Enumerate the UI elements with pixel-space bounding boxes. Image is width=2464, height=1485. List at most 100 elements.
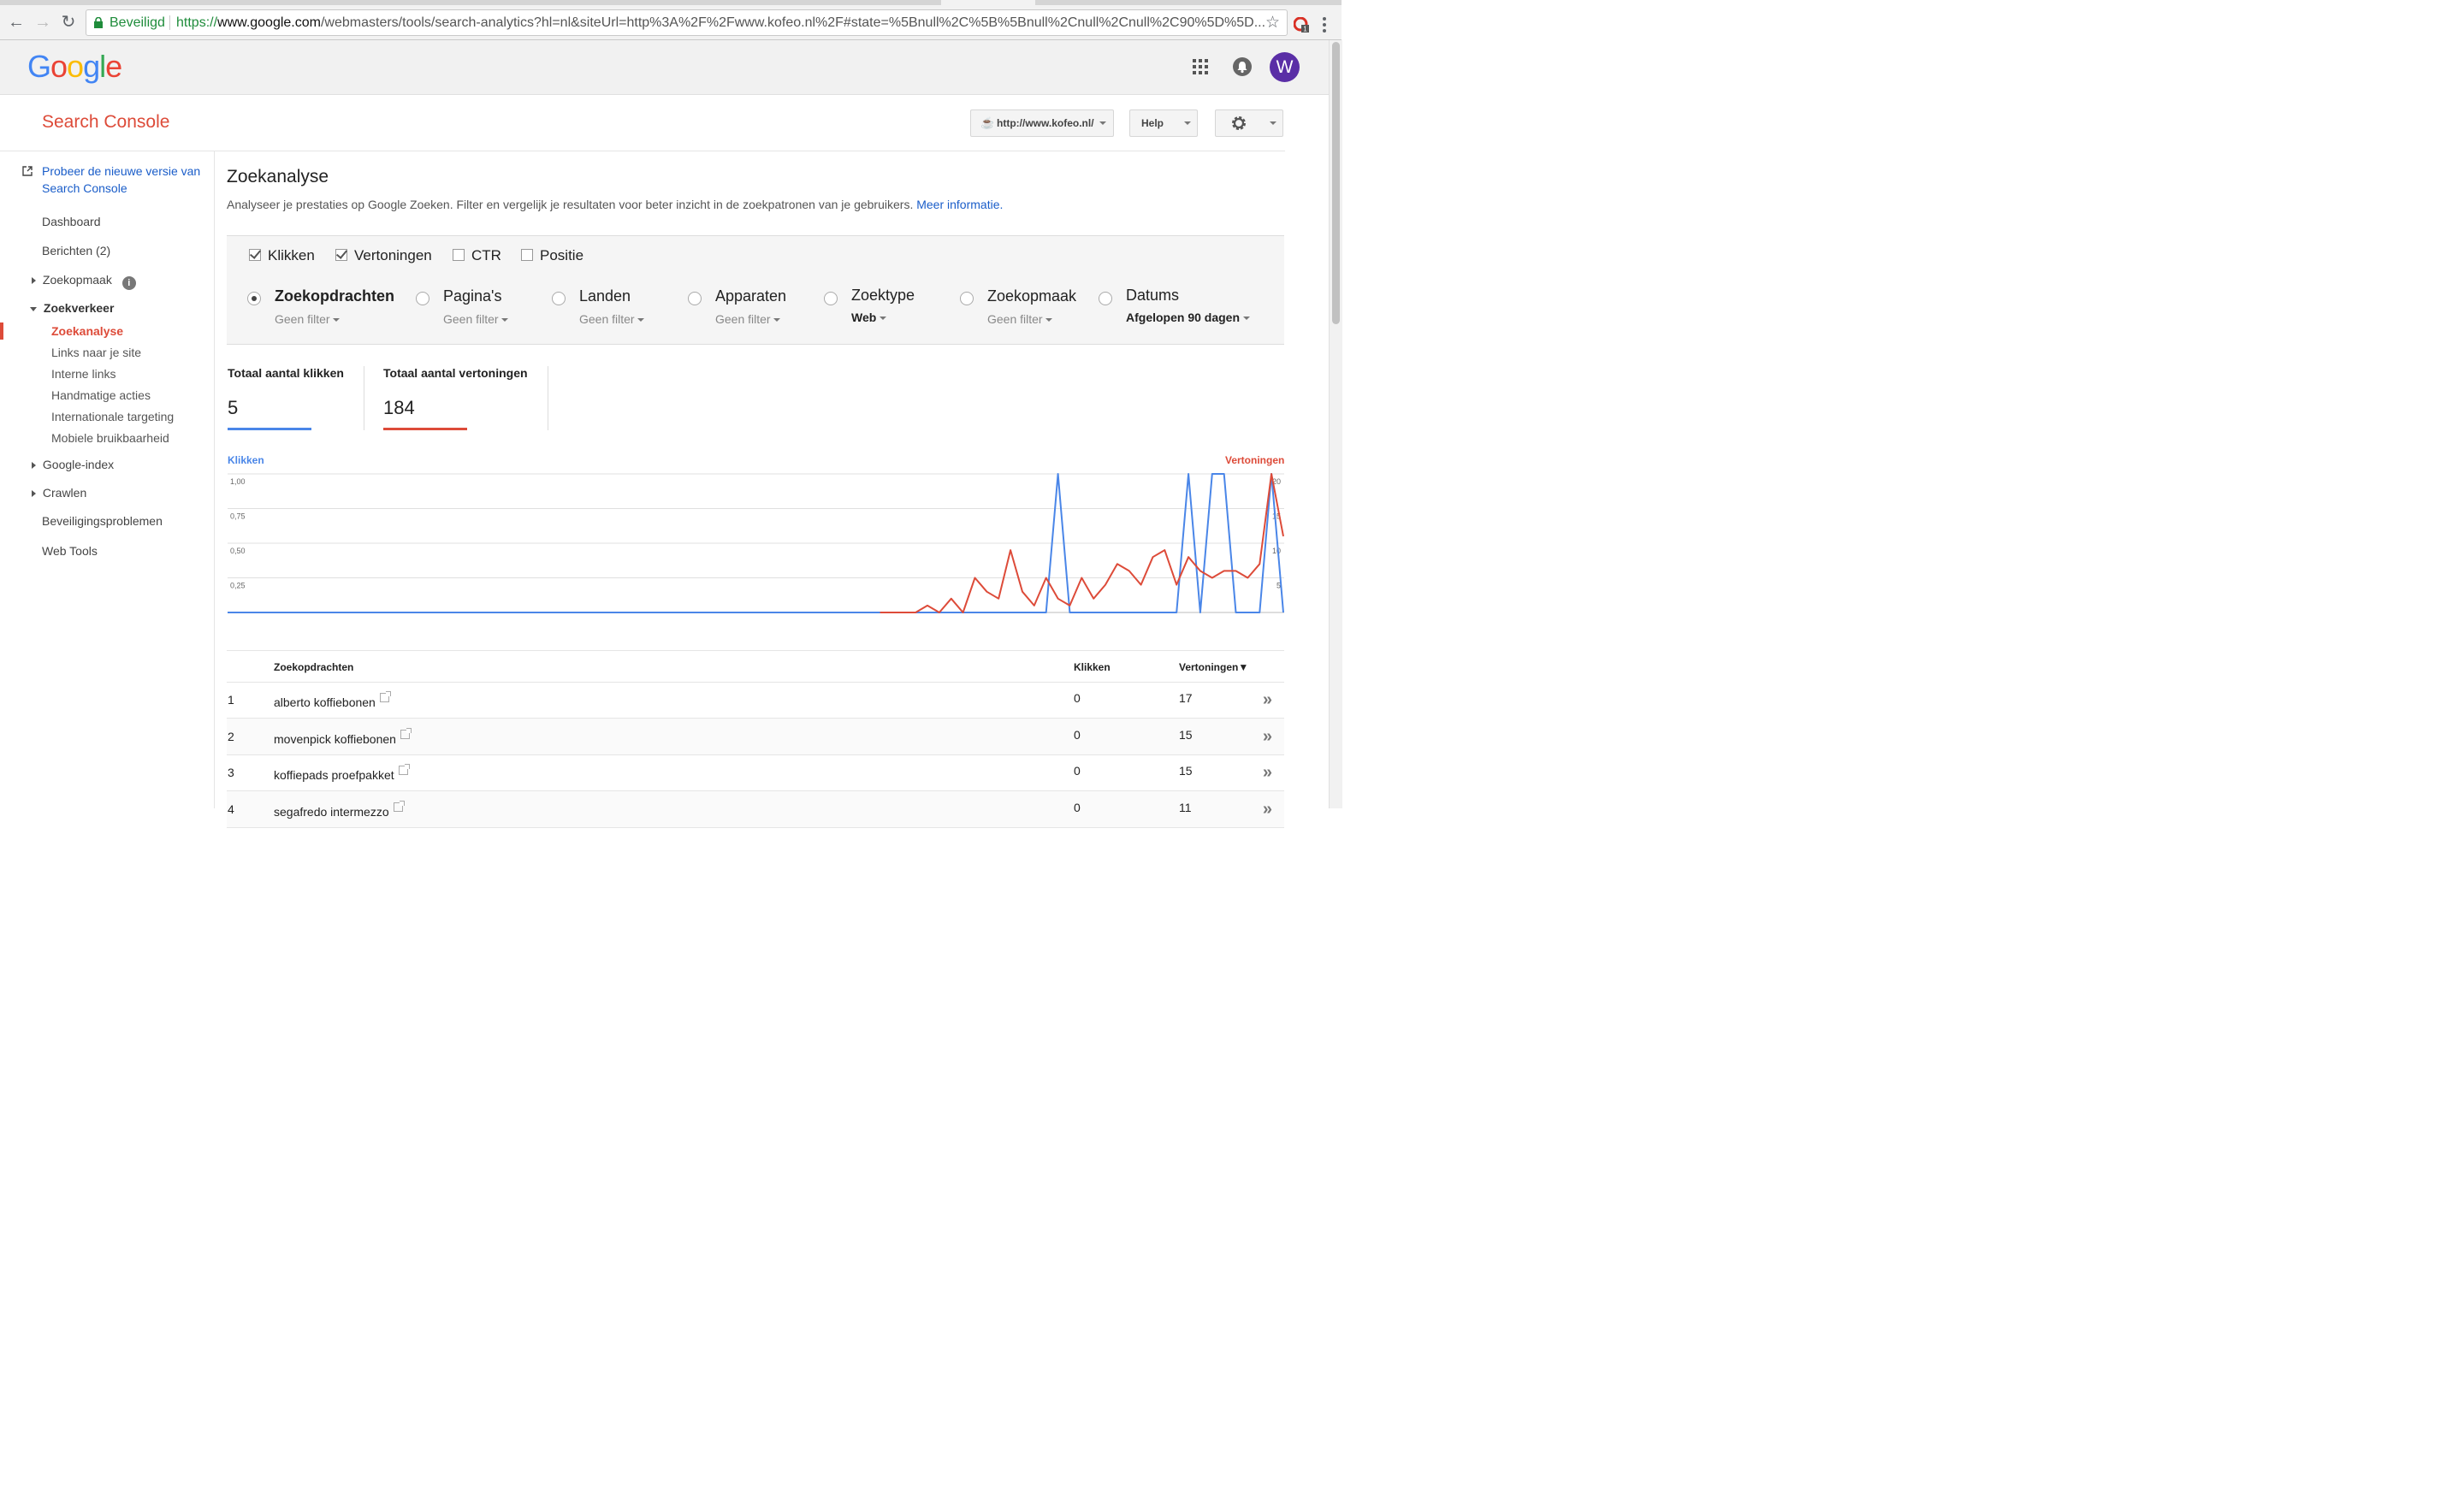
radio-icon[interactable] xyxy=(247,292,261,305)
checkbox-icon[interactable] xyxy=(249,249,261,261)
metric-checkbox-ctr[interactable]: CTR xyxy=(453,247,501,264)
dimension-filter[interactable]: Geen filter xyxy=(275,312,341,326)
table-row[interactable]: 1 alberto koffiebonen 0 17 » xyxy=(227,682,1284,719)
address-bar[interactable]: Beveiligd https://www.google.com/webmast… xyxy=(86,9,1288,36)
row-clicks: 0 xyxy=(1074,691,1081,705)
caret-down-icon xyxy=(773,318,781,322)
dimension-label: Zoekopmaak xyxy=(987,287,1077,305)
sidebar-item-web-tools[interactable]: Web Tools xyxy=(42,544,98,558)
dimension-filter[interactable]: Geen filter xyxy=(987,312,1053,326)
sidebar-item-internal-links[interactable]: Interne links xyxy=(51,367,116,381)
logo-letter: o xyxy=(67,49,84,84)
dimension-filter[interactable]: Afgelopen 90 dagen xyxy=(1126,311,1250,324)
row-details-chevron-icon[interactable]: » xyxy=(1263,727,1272,747)
url-text[interactable]: https://www.google.com/webmasters/tools/… xyxy=(176,10,1265,35)
help-button[interactable]: Help xyxy=(1129,109,1198,137)
settings-button[interactable] xyxy=(1215,109,1283,137)
metric-checkbox-clicks[interactable]: Klikken xyxy=(249,247,315,264)
table-row[interactable]: 2 movenpick koffiebonen 0 15 » xyxy=(227,718,1284,755)
forward-arrow-icon[interactable]: → xyxy=(33,12,53,33)
external-link-icon[interactable] xyxy=(400,727,412,739)
radio-icon[interactable] xyxy=(824,292,838,305)
sidebar-item-links[interactable]: Links naar je site xyxy=(51,346,141,359)
metric-checkbox-position[interactable]: Positie xyxy=(521,247,583,264)
extension-icon[interactable]: 1 xyxy=(1294,17,1309,33)
dimension-label: Apparaten xyxy=(715,287,787,305)
more-info-link[interactable]: Meer informatie. xyxy=(916,198,1003,211)
radio-icon[interactable] xyxy=(960,292,974,305)
row-clicks: 0 xyxy=(1074,800,1081,814)
search-console-title[interactable]: Search Console xyxy=(42,112,169,133)
external-link-icon[interactable] xyxy=(379,691,391,702)
external-link-icon[interactable] xyxy=(393,800,405,812)
total-clicks-value: 5 xyxy=(228,397,239,418)
sidebar-item-google-index[interactable]: Google-index xyxy=(32,458,114,471)
dimension-label: Datums xyxy=(1126,287,1180,304)
expand-triangle-icon xyxy=(32,462,36,470)
dimension-filter[interactable]: Geen filter xyxy=(443,312,509,326)
row-query[interactable]: alberto koffiebonen xyxy=(274,691,391,709)
sidebar-item-security[interactable]: Beveiligingsproblemen xyxy=(42,514,163,528)
radio-icon[interactable] xyxy=(1099,292,1112,305)
info-icon[interactable]: i xyxy=(121,276,136,290)
column-header-query[interactable]: Zoekopdrachten xyxy=(274,661,353,673)
caret-down-icon xyxy=(333,318,341,322)
column-header-clicks[interactable]: Klikken xyxy=(1074,661,1111,673)
row-query[interactable]: segafredo intermezzo xyxy=(274,800,405,819)
site-selector[interactable]: ☕ http://www.kofeo.nl/ xyxy=(970,109,1114,137)
row-details-chevron-icon[interactable]: » xyxy=(1263,800,1272,819)
logo-letter: e xyxy=(105,49,122,84)
sidebar-item-crawl[interactable]: Crawlen xyxy=(32,486,86,500)
sidebar-item-intl-targeting[interactable]: Internationale targeting xyxy=(51,410,174,423)
table-row[interactable]: 4 segafredo intermezzo 0 11 » xyxy=(227,790,1284,828)
checkbox-icon[interactable] xyxy=(453,249,465,261)
sidebar-item-manual-actions[interactable]: Handmatige acties xyxy=(51,388,151,402)
row-query[interactable]: movenpick koffiebonen xyxy=(274,727,412,746)
chart-left-tick: 0,50 xyxy=(230,547,246,555)
dimension-filter[interactable]: Geen filter xyxy=(579,312,645,326)
column-header-impressions[interactable]: Vertoningen▼ xyxy=(1179,661,1248,673)
back-arrow-icon[interactable]: ← xyxy=(6,12,27,33)
performance-chart[interactable]: 1,000,750,500,252015105 xyxy=(227,469,1286,618)
sidebar-item-mobile-usability[interactable]: Mobiele bruikbaarheid xyxy=(51,431,169,445)
dimension-label: Landen xyxy=(579,287,631,305)
total-impressions-value: 184 xyxy=(383,397,415,418)
scrollbar-thumb[interactable] xyxy=(1332,42,1340,324)
dimension-filter[interactable]: Web xyxy=(851,311,887,324)
sidebar: Probeer de nieuwe versie van Search Cons… xyxy=(0,151,215,808)
bookmark-star-icon[interactable]: ☆ xyxy=(1265,10,1280,35)
caret-down-icon xyxy=(1099,121,1106,125)
checkbox-icon[interactable] xyxy=(335,249,347,261)
table-row[interactable]: 3 koffiepads proefpakket 0 15 » xyxy=(227,754,1284,791)
row-query[interactable]: koffiepads proefpakket xyxy=(274,764,410,782)
active-indicator xyxy=(0,322,3,340)
checkbox-icon[interactable] xyxy=(521,249,533,261)
browser-menu-icon[interactable] xyxy=(1322,15,1327,34)
reload-icon[interactable]: ↻ xyxy=(58,12,79,33)
sidebar-item-search-analytics[interactable]: Zoekanalyse xyxy=(51,324,123,338)
expand-triangle-icon xyxy=(32,490,36,498)
sidebar-item-messages[interactable]: Berichten (2) xyxy=(42,244,110,257)
notifications-bell-icon[interactable] xyxy=(1233,57,1252,76)
external-link-icon[interactable] xyxy=(398,764,410,775)
page-scrollbar[interactable] xyxy=(1329,40,1342,808)
google-logo[interactable]: Google xyxy=(27,49,122,85)
account-avatar[interactable]: W xyxy=(1270,52,1300,82)
metric-checkbox-impressions[interactable]: Vertoningen xyxy=(335,247,432,264)
collapse-triangle-icon xyxy=(30,306,37,311)
row-details-chevron-icon[interactable]: » xyxy=(1263,763,1272,783)
caret-down-icon xyxy=(637,318,645,322)
radio-icon[interactable] xyxy=(688,292,702,305)
sidebar-item-search-traffic[interactable]: Zoekverkeer xyxy=(30,301,114,315)
sidebar-item-search-appearance[interactable]: Zoekopmaak i xyxy=(32,273,136,290)
dimension-filter[interactable]: Geen filter xyxy=(715,312,781,326)
radio-icon[interactable] xyxy=(552,292,566,305)
row-details-chevron-icon[interactable]: » xyxy=(1263,690,1272,710)
row-rank: 1 xyxy=(228,693,234,707)
sidebar-item-dashboard[interactable]: Dashboard xyxy=(42,215,101,228)
sidebar-item-label: Crawlen xyxy=(42,486,87,500)
address-separator xyxy=(169,15,170,30)
radio-icon[interactable] xyxy=(416,292,429,305)
apps-grid-icon[interactable] xyxy=(1193,59,1210,76)
new-version-link[interactable]: Probeer de nieuwe versie van Search Cons… xyxy=(42,163,200,197)
